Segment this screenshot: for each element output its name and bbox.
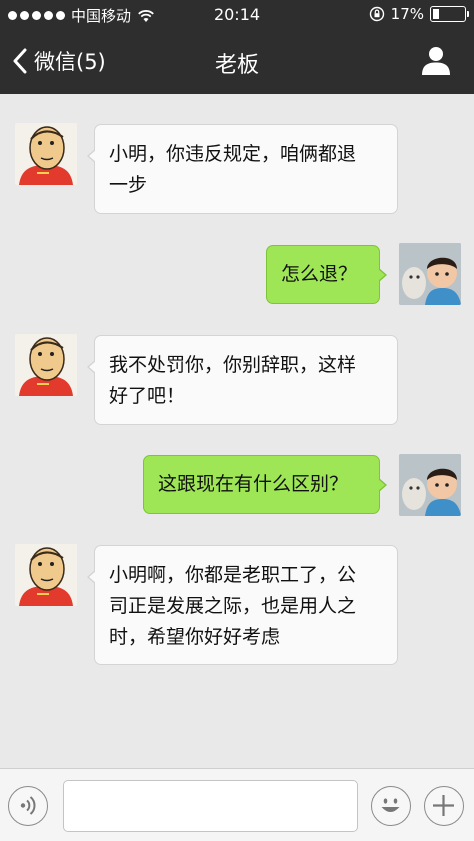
chat-title: 老板 [214,53,259,78]
chat-area[interactable]: 小明，你违反规定，咱俩都退 一步 怎么退？ 我不处罚你，你别辞职，这样 好了吧！… [0,94,474,768]
input-bar [0,768,474,841]
voice-icon [20,796,36,815]
voice-button[interactable] [8,786,48,826]
child-photo-avatar-icon [399,243,461,305]
avatar-me[interactable] [399,243,461,305]
message-line: 怎么退？ [281,263,358,285]
plus-icon [433,795,454,816]
person-icon[interactable] [420,44,452,76]
avatar-boss[interactable] [15,544,77,606]
more-button[interactable] [424,786,464,826]
emoji-button[interactable] [371,786,411,826]
cartoon-avatar-icon [15,123,77,185]
message-line: 司正是发展之际，也是用人之 [109,595,357,617]
child-photo-avatar-icon [399,454,461,516]
rotation-lock-icon [369,6,384,22]
battery-level [433,9,439,19]
message-bubble-outgoing[interactable]: 怎么退？ [266,245,387,304]
status-bar: 中国移动 20:14 17% [0,0,474,30]
cartoon-avatar-icon [15,334,77,396]
avatar-boss[interactable] [15,123,77,185]
battery-icon [430,6,469,22]
message-line: 好了吧！ [109,385,186,407]
message-line: 一步 [109,174,148,196]
message-line: 我不处罚你，你别辞职，这样 [109,354,357,376]
message-bubble-incoming[interactable]: 小明，你违反规定，咱俩都退 一步 [87,124,398,214]
nav-bar: 微信(5) 老板 [0,30,474,94]
avatar-boss[interactable] [15,334,77,396]
message-bubble-incoming[interactable]: 小明啊，你都是老职工了，公 司正是发展之际，也是用人之 时，希望你好好考虑 [87,545,398,665]
message-line: 时，希望你好好考虑 [109,626,281,648]
message-input[interactable] [63,780,358,832]
battery-percent: 17% [390,5,424,23]
smiley-icon [381,798,400,812]
cartoon-avatar-icon [15,544,77,606]
message-bubble-incoming[interactable]: 我不处罚你，你别辞职，这样 好了吧！ [87,335,398,425]
message-line: 小明，你违反规定，咱俩都退 [109,143,357,165]
message-bubble-outgoing[interactable]: 这跟现在有什么区别？ [143,455,387,514]
message-line: 小明啊，你都是老职工了，公 [109,564,357,586]
message-line: 这跟现在有什么区别？ [158,473,349,495]
avatar-me[interactable] [399,454,461,516]
